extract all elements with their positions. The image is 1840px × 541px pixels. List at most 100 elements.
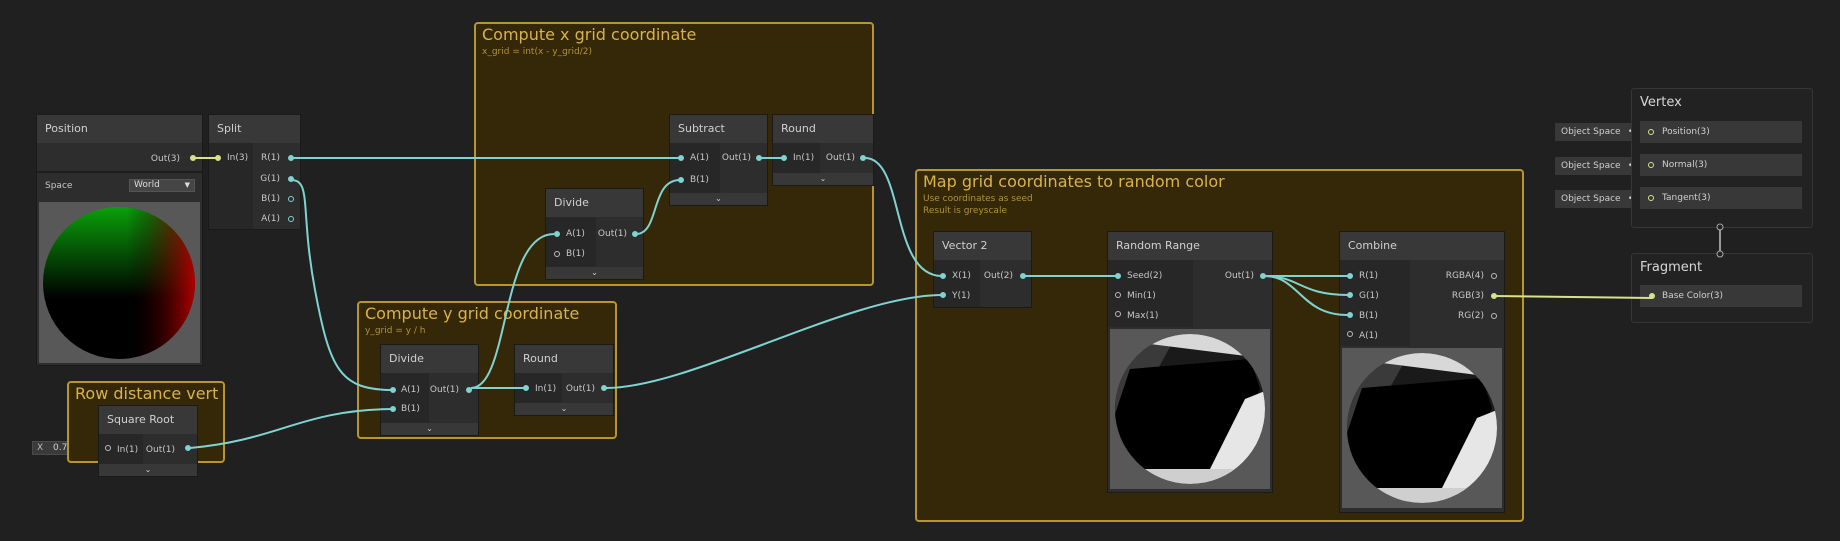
node-combine[interactable]: Combine R(1) G(1) B(1) A(1) RGBA(4) RGB(… bbox=[1340, 232, 1504, 512]
port-in-dot[interactable] bbox=[105, 445, 111, 451]
slot-dot[interactable] bbox=[1649, 293, 1655, 299]
slot-dot[interactable] bbox=[1648, 129, 1654, 135]
port-out-dot[interactable] bbox=[601, 385, 607, 391]
node-split[interactable]: Split In(3) R(1) G(1) B(1) A(1) bbox=[209, 115, 300, 229]
port-a: A(1) bbox=[690, 153, 709, 163]
group-subtitle: x_grid = int(x - y_grid/2) bbox=[482, 47, 592, 57]
chevron-down-icon[interactable]: ⌄ bbox=[670, 193, 767, 205]
node-round-y[interactable]: Round In(1) Out(1) ⌄ bbox=[515, 345, 613, 415]
port-out: Out(2) bbox=[983, 271, 1013, 281]
node-random-range[interactable]: Random Range Seed(2) Min(1) Max(1) Out(1… bbox=[1108, 232, 1272, 492]
port-b: B(1) bbox=[690, 175, 709, 185]
node-title: Subtract bbox=[670, 115, 767, 143]
port-a: A(1) bbox=[566, 229, 585, 239]
port-out-dot[interactable] bbox=[190, 155, 196, 161]
port-out-dot[interactable] bbox=[1020, 273, 1026, 279]
port-max: Max(1) bbox=[1127, 311, 1159, 321]
port-b-dot[interactable] bbox=[1347, 312, 1353, 318]
port-in: In(1) bbox=[535, 384, 557, 394]
port-in-dot[interactable] bbox=[523, 385, 529, 391]
node-title: Divide bbox=[546, 189, 643, 217]
slot-base-color[interactable]: Base Color(3) bbox=[1640, 285, 1802, 307]
port-out-b-dot[interactable] bbox=[288, 196, 294, 202]
group-title: Compute y grid coordinate bbox=[365, 304, 580, 323]
port-out-rg-dot[interactable] bbox=[1491, 313, 1497, 319]
port-out: Out(1) bbox=[1224, 271, 1254, 281]
master-fragment[interactable]: Fragment Base Color(3) bbox=[1631, 253, 1813, 323]
port-b: B(1) bbox=[566, 249, 585, 259]
port-out-a-dot[interactable] bbox=[288, 216, 294, 222]
port-out-b: B(1) bbox=[261, 194, 280, 204]
slot-tangent[interactable]: Tangent(3) bbox=[1640, 187, 1802, 209]
port-r: R(1) bbox=[1359, 271, 1379, 281]
port-a-dot[interactable] bbox=[678, 155, 684, 161]
port-x-dot[interactable] bbox=[940, 273, 946, 279]
port-b-dot[interactable] bbox=[554, 251, 560, 257]
port-min-dot[interactable] bbox=[1115, 292, 1121, 298]
port-out-rgba-dot[interactable] bbox=[1491, 273, 1497, 279]
node-position[interactable]: Position Out(3) Space World ▼ bbox=[37, 115, 202, 365]
port-b-dot[interactable] bbox=[678, 177, 684, 183]
port-max-dot[interactable] bbox=[1115, 311, 1121, 317]
chevron-down-icon[interactable]: ⌄ bbox=[99, 464, 197, 476]
port-out: Out(1) bbox=[145, 445, 175, 455]
wire-round-y-out-to-vector2-y bbox=[605, 294, 943, 389]
master-title: Fragment bbox=[1640, 260, 1703, 275]
port-seed-dot[interactable] bbox=[1115, 273, 1121, 279]
port-a-dot[interactable] bbox=[390, 387, 396, 393]
slot-position[interactable]: Position(3) bbox=[1640, 121, 1802, 143]
port-x: X(1) bbox=[952, 271, 971, 281]
space-dropdown[interactable]: World ▼ bbox=[129, 179, 195, 192]
chevron-down-icon[interactable]: ⌄ bbox=[515, 403, 613, 415]
group-title: Row distance vert bbox=[75, 384, 219, 403]
node-vector2[interactable]: Vector 2 X(1) Y(1) Out(2) bbox=[934, 232, 1031, 307]
port-g-dot[interactable] bbox=[1347, 292, 1353, 298]
node-divide-y[interactable]: Divide A(1) B(1) Out(1) ⌄ bbox=[381, 345, 478, 435]
port-r-dot[interactable] bbox=[1347, 273, 1353, 279]
context-label: Object Space bbox=[1561, 127, 1621, 137]
port-out: Out(1) bbox=[429, 385, 459, 395]
port-a-dot[interactable] bbox=[1347, 331, 1353, 337]
slot-dot[interactable] bbox=[1648, 195, 1654, 201]
port-out-g-dot[interactable] bbox=[288, 176, 294, 182]
port-out-dot[interactable] bbox=[756, 155, 762, 161]
node-round-x[interactable]: Round In(1) Out(1) ⌄ bbox=[773, 115, 873, 185]
port-out-r-dot[interactable] bbox=[288, 155, 294, 161]
port-out-dot[interactable] bbox=[860, 155, 866, 161]
port-out-dot[interactable] bbox=[632, 231, 638, 237]
node-subtract[interactable]: Subtract A(1) B(1) Out(1) ⌄ bbox=[670, 115, 767, 205]
space-value: World bbox=[134, 180, 160, 190]
port-out-dot[interactable] bbox=[185, 445, 191, 451]
node-title: Split bbox=[209, 115, 300, 143]
vertex-normal-context[interactable]: Object Space • bbox=[1555, 157, 1637, 175]
port-out-rgba: RGBA(4) bbox=[1445, 271, 1484, 281]
vertex-position-context[interactable]: Object Space • bbox=[1555, 123, 1637, 141]
combine-preview bbox=[1342, 348, 1502, 508]
chevron-down-icon[interactable]: ⌄ bbox=[381, 423, 478, 435]
port-y-dot[interactable] bbox=[940, 292, 946, 298]
port-a-dot[interactable] bbox=[554, 231, 560, 237]
slot-normal[interactable]: Normal(3) bbox=[1640, 154, 1802, 176]
node-divide-x[interactable]: Divide A(1) B(1) Out(1) ⌄ bbox=[546, 189, 643, 279]
context-label: Object Space bbox=[1561, 194, 1621, 204]
master-vertex[interactable]: Vertex Position(3) Normal(3) Tangent(3) bbox=[1631, 88, 1813, 228]
port-out-dot[interactable] bbox=[466, 387, 472, 393]
chevron-down-icon[interactable]: ⌄ bbox=[546, 267, 643, 279]
node-square-root[interactable]: Square Root In(1) Out(1) ⌄ bbox=[99, 406, 197, 476]
vertex-tangent-context[interactable]: Object Space • bbox=[1555, 190, 1637, 208]
port-b: B(1) bbox=[1359, 311, 1378, 321]
position-preview bbox=[39, 202, 200, 363]
context-label: Object Space bbox=[1561, 161, 1621, 171]
port-a: A(1) bbox=[1359, 331, 1378, 341]
port-in-dot[interactable] bbox=[215, 155, 221, 161]
slot-label: Base Color(3) bbox=[1662, 291, 1724, 301]
port-out-dot[interactable] bbox=[1260, 273, 1266, 279]
port-b-dot[interactable] bbox=[390, 406, 396, 412]
port-out: Out(1) bbox=[721, 153, 751, 163]
chevron-down-icon[interactable]: ⌄ bbox=[773, 173, 873, 185]
random-range-preview bbox=[1110, 329, 1270, 489]
port-in-dot[interactable] bbox=[781, 155, 787, 161]
node-title: Round bbox=[515, 345, 613, 373]
port-out-rgb-dot[interactable] bbox=[1491, 293, 1497, 299]
slot-dot[interactable] bbox=[1648, 162, 1654, 168]
